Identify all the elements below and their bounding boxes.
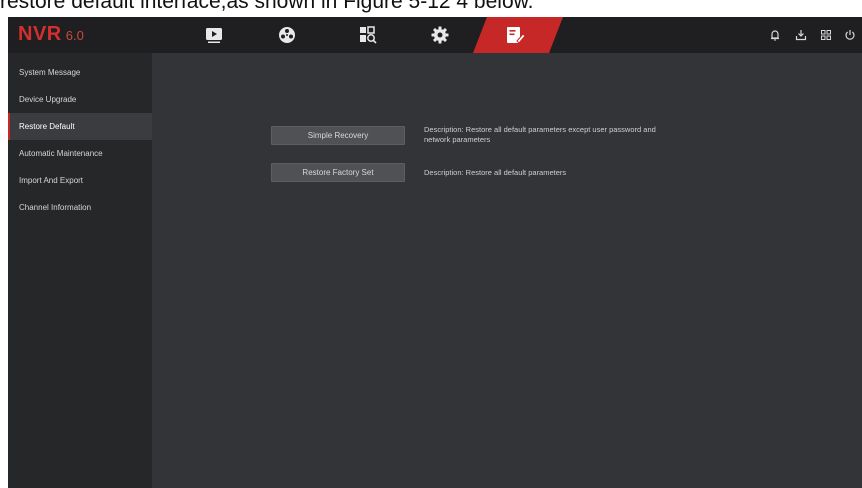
sidebar-item-device-upgrade[interactable]: Device Upgrade xyxy=(8,86,152,113)
download-icon[interactable] xyxy=(794,28,808,42)
sidebar-menu: System Message Device Upgrade Restore De… xyxy=(8,53,152,221)
sidebar-item-automatic-maintenance[interactable]: Automatic Maintenance xyxy=(8,140,152,167)
sidebar-item-channel-information[interactable]: Channel Information xyxy=(8,194,152,221)
channel-icon[interactable] xyxy=(276,25,298,45)
maintenance-icon[interactable] xyxy=(505,25,527,45)
grid-icon[interactable] xyxy=(819,28,833,42)
sidebar: System Message Device Upgrade Restore De… xyxy=(8,53,152,488)
brand-version: 6.0 xyxy=(65,28,84,43)
nvr-logo: NVR 6.0 xyxy=(18,23,84,47)
simple-recovery-button[interactable]: Simple Recovery xyxy=(271,126,405,145)
restore-factory-set-button[interactable]: Restore Factory Set xyxy=(271,163,405,182)
sidebar-item-import-and-export[interactable]: Import And Export xyxy=(8,167,152,194)
simple-recovery-description-line2: network parameters xyxy=(424,135,491,144)
search-icon[interactable] xyxy=(357,25,379,45)
sidebar-item-system-message[interactable]: System Message xyxy=(8,59,152,86)
nvr-app-window: NVR 6.0 System Message Device Upgrade Re… xyxy=(8,17,862,488)
power-icon[interactable] xyxy=(843,28,857,42)
simple-recovery-description: Description: Restore all default paramet… xyxy=(424,125,656,145)
settings-icon[interactable] xyxy=(429,25,451,45)
document-caption: restore default interface,as shown in Fi… xyxy=(0,0,534,13)
alarm-icon[interactable] xyxy=(768,28,782,42)
restore-factory-set-description: Description: Restore all default paramet… xyxy=(424,168,567,177)
sidebar-item-restore-default[interactable]: Restore Default xyxy=(8,113,152,140)
brand-name: NVR xyxy=(18,23,62,45)
top-navigation-bar: NVR 6.0 xyxy=(8,17,862,53)
restore-default-panel: Simple Recovery Description: Restore all… xyxy=(152,53,862,488)
playback-icon[interactable] xyxy=(203,25,225,45)
simple-recovery-description-line1: Description: Restore all default paramet… xyxy=(424,125,656,134)
